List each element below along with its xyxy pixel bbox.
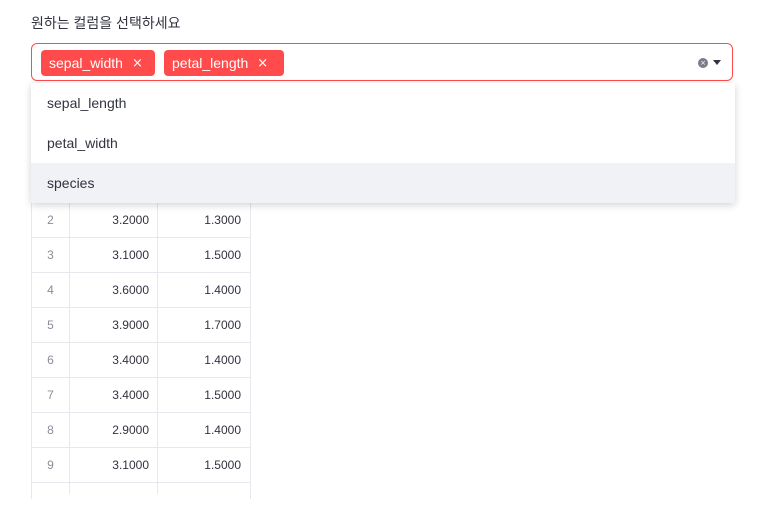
clear-all-icon[interactable]: × (698, 58, 708, 68)
table-row: 7 3.4000 1.5000 (32, 378, 250, 413)
column-multiselect[interactable]: sepal_width × petal_length × × (31, 43, 733, 81)
row-index: 2 (32, 203, 70, 238)
table-row (32, 483, 250, 494)
data-table: 2 3.2000 1.3000 3 3.1000 1.5000 4 3.6000… (31, 203, 251, 499)
cell-sepal-width[interactable]: 3.6000 (70, 273, 158, 308)
option-sepal-length[interactable]: sepal_length (31, 83, 735, 123)
cell-sepal-width[interactable]: 3.1000 (70, 448, 158, 483)
multiselect-label: 원하는 컬럼을 선택하세요 (31, 15, 181, 31)
chip-label: petal_length (172, 55, 249, 71)
cell-petal-length[interactable]: 1.4000 (158, 413, 250, 448)
cell-sepal-width[interactable]: 3.1000 (70, 238, 158, 273)
cell-petal-length[interactable] (158, 483, 250, 494)
remove-chip-icon[interactable]: × (132, 57, 143, 70)
table-row: 6 3.4000 1.4000 (32, 343, 250, 378)
cell-petal-length[interactable]: 1.5000 (158, 238, 250, 273)
table-row: 4 3.6000 1.4000 (32, 273, 250, 308)
cell-petal-length[interactable]: 1.5000 (158, 378, 250, 413)
cell-petal-length[interactable]: 1.5000 (158, 448, 250, 483)
table-row: 3 3.1000 1.5000 (32, 238, 250, 273)
chip-petal-length: petal_length × (164, 50, 284, 76)
cell-sepal-width[interactable]: 3.9000 (70, 308, 158, 343)
table-row: 8 2.9000 1.4000 (32, 413, 250, 448)
table-row: 9 3.1000 1.5000 (32, 448, 250, 483)
cell-sepal-width[interactable]: 3.2000 (70, 203, 158, 238)
row-index: 9 (32, 448, 70, 483)
chip-label: sepal_width (49, 55, 123, 71)
cell-sepal-width[interactable]: 3.4000 (70, 378, 158, 413)
option-species[interactable]: species (31, 163, 735, 203)
row-index: 8 (32, 413, 70, 448)
cell-petal-length[interactable]: 1.3000 (158, 203, 250, 238)
row-index: 6 (32, 343, 70, 378)
cell-sepal-width[interactable] (70, 483, 158, 494)
remove-chip-icon[interactable]: × (257, 57, 268, 70)
chevron-down-icon[interactable] (713, 60, 721, 65)
table-row: 5 3.9000 1.7000 (32, 308, 250, 343)
cell-petal-length[interactable]: 1.7000 (158, 308, 250, 343)
option-petal-width[interactable]: petal_width (31, 123, 735, 163)
cell-sepal-width[interactable]: 3.4000 (70, 343, 158, 378)
chip-sepal-width: sepal_width × (41, 50, 155, 76)
row-index: 3 (32, 238, 70, 273)
options-dropdown: sepal_length petal_width species (31, 83, 735, 203)
table-row: 2 3.2000 1.3000 (32, 203, 250, 238)
cell-petal-length[interactable]: 1.4000 (158, 343, 250, 378)
row-index: 7 (32, 378, 70, 413)
cell-petal-length[interactable]: 1.4000 (158, 273, 250, 308)
row-index: 4 (32, 273, 70, 308)
row-index (32, 483, 70, 494)
row-index: 5 (32, 308, 70, 343)
cell-sepal-width[interactable]: 2.9000 (70, 413, 158, 448)
